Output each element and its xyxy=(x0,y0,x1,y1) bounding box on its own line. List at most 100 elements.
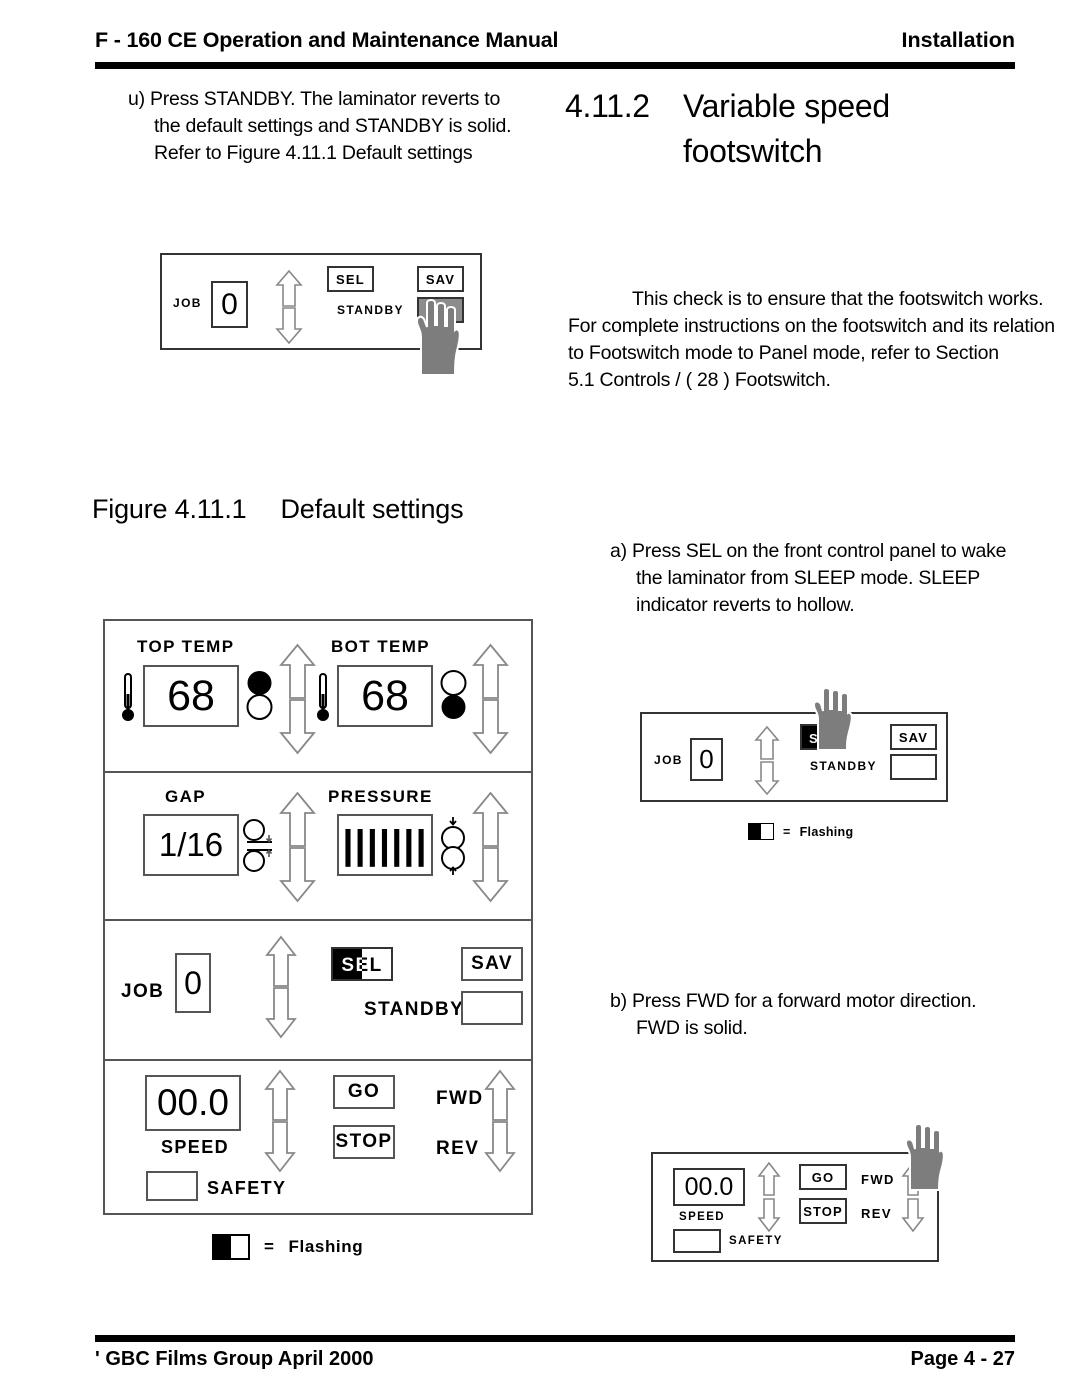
para-check-line-4: 5.1 Controls / ( 28 ) Footswitch. xyxy=(568,369,831,391)
top-temp-up-arrow-icon[interactable] xyxy=(279,643,316,699)
job-display: 0 xyxy=(690,738,723,781)
job-label: JOB xyxy=(121,981,165,1002)
sel-button[interactable]: SEL xyxy=(327,266,374,292)
stop-label: STOP xyxy=(803,1203,843,1219)
speed-label: SPEED xyxy=(679,1211,725,1223)
bot-heat-indicator-icon xyxy=(440,669,467,728)
speed-value: 00.0 xyxy=(684,1172,734,1201)
go-button[interactable]: GO xyxy=(799,1164,847,1190)
fwd-arrow-icon[interactable] xyxy=(484,1069,516,1121)
pressure-up-arrow-icon[interactable] xyxy=(472,791,509,847)
pressure-value: ||||||| xyxy=(342,822,428,867)
sav-button[interactable]: SAV xyxy=(461,947,523,981)
thermometer-icon-2 xyxy=(316,672,330,729)
roller-gap-icon xyxy=(243,817,275,880)
job-value: 0 xyxy=(184,964,202,1001)
step-a-line-1: a) Press SEL on the front control panel … xyxy=(610,540,1007,562)
sel-button[interactable]: SEL xyxy=(331,947,393,981)
top-temp-label: TOP TEMP xyxy=(137,637,235,656)
header-title-left: F - 160 CE Operation and Maintenance Man… xyxy=(95,28,559,52)
go-label: GO xyxy=(811,1169,835,1185)
fwd-label: FWD xyxy=(861,1172,895,1187)
speed-value: 00.0 xyxy=(156,1082,229,1123)
top-temp-down-arrow-icon[interactable] xyxy=(279,699,316,755)
sel-label: SEL xyxy=(336,271,365,287)
job-value: 0 xyxy=(699,744,714,774)
standby-label: STANDBY xyxy=(364,999,465,1020)
speed-up-arrow-icon[interactable] xyxy=(757,1162,781,1196)
speed-down-arrow-icon[interactable] xyxy=(264,1121,296,1173)
flashing-legend-equals: = xyxy=(264,1237,275,1256)
job-up-arrow-icon[interactable] xyxy=(265,935,297,987)
pressure-down-arrow-icon[interactable] xyxy=(472,847,509,903)
safety-label: SAFETY xyxy=(729,1235,783,1247)
job-down-arrow-icon[interactable] xyxy=(754,761,780,795)
gap-down-arrow-icon[interactable] xyxy=(279,847,316,903)
section-title: 4.11.2 Variable speed footswitch xyxy=(565,84,1035,174)
header-title-right: Installation xyxy=(901,28,1015,52)
footer-rule xyxy=(95,1335,1015,1342)
stop-button[interactable]: STOP xyxy=(333,1125,395,1159)
sav-button[interactable]: SAV xyxy=(417,266,464,292)
sav-button[interactable]: SAV xyxy=(890,724,937,750)
bot-temp-down-arrow-icon[interactable] xyxy=(472,699,509,755)
stop-button[interactable]: STOP xyxy=(799,1198,847,1224)
sav-label: SAV xyxy=(898,729,929,745)
gap-display: 1/16 xyxy=(143,814,239,876)
go-button[interactable]: GO xyxy=(333,1075,395,1109)
speed-down-arrow-icon[interactable] xyxy=(757,1198,781,1232)
top-temp-display: 68 xyxy=(143,665,239,727)
speed-up-arrow-icon[interactable] xyxy=(264,1069,296,1121)
rev-label: REV xyxy=(861,1206,892,1221)
thermometer-icon xyxy=(121,672,135,729)
job-up-arrow-icon[interactable] xyxy=(754,726,780,760)
step-b-line-2: FWD is solid. xyxy=(636,1017,748,1039)
up-arrow-icon[interactable] xyxy=(275,270,303,307)
bot-temp-up-arrow-icon[interactable] xyxy=(472,643,509,699)
footer-copyright: ' GBC Films Group April 2000 xyxy=(95,1348,374,1370)
down-arrow-icon[interactable] xyxy=(275,307,303,344)
stop-label: STOP xyxy=(335,1131,393,1152)
bot-temp-display: 68 xyxy=(337,665,433,727)
rev-label: REV xyxy=(436,1138,480,1159)
speed-display: 00.0 xyxy=(673,1168,745,1206)
standby-indicator[interactable] xyxy=(461,991,523,1025)
figure-caption-number: Figure 4.11.1 xyxy=(92,494,247,524)
sel-label: SEL xyxy=(341,955,383,976)
hand-pointer-icon xyxy=(405,297,465,377)
section-number: 4.11.2 xyxy=(565,88,650,124)
sav-label: SAV xyxy=(471,953,513,974)
section-title-line-2: footswitch xyxy=(683,133,823,169)
step-b-line-1: b) Press FWD for a forward motor directi… xyxy=(610,990,977,1012)
flashing-legend-text: Flashing xyxy=(799,824,854,839)
step-u-line-1: u) Press STANDBY. The laminator reverts … xyxy=(128,88,501,110)
gap-up-arrow-icon[interactable] xyxy=(279,791,316,847)
para-check-line-2: For complete instructions on the footswi… xyxy=(568,315,1055,337)
default-settings-panel: TOP TEMP 68 BOT TEMP 68 GAP 1/16 PRESSUR… xyxy=(103,619,533,1215)
rev-arrow-icon[interactable] xyxy=(901,1198,925,1232)
hand-pointer-icon xyxy=(804,686,856,752)
sav-label: SAV xyxy=(425,271,456,287)
step-a-line-3: indicator reverts to hollow. xyxy=(636,594,855,616)
rev-arrow-icon[interactable] xyxy=(484,1121,516,1173)
footswitch-check-paragraph: This check is to ensure that the footswi… xyxy=(568,286,1068,394)
fwd-label: FWD xyxy=(436,1088,484,1109)
speed-display: 00.0 xyxy=(145,1075,241,1131)
step-b-text: b) Press FWD for a forward motor directi… xyxy=(610,988,1050,1042)
step-u-line-3: Refer to Figure 4.11.1 Default settings xyxy=(154,142,473,164)
job-down-arrow-icon[interactable] xyxy=(265,987,297,1039)
step-a-text: a) Press SEL on the front control panel … xyxy=(610,538,1050,619)
section-title-line-1: Variable speed xyxy=(683,88,890,124)
safety-indicator[interactable] xyxy=(146,1171,198,1201)
para-check-line-3: to Footswitch mode to Panel mode, refer … xyxy=(568,342,999,364)
header-rule xyxy=(95,62,1015,69)
safety-indicator[interactable] xyxy=(673,1229,721,1253)
safety-label: SAFETY xyxy=(207,1178,287,1198)
go-label: GO xyxy=(347,1081,381,1102)
top-heat-indicator-icon xyxy=(246,669,273,728)
gap-value: 1/16 xyxy=(158,826,224,863)
standby-indicator[interactable] xyxy=(890,754,937,780)
flashing-legend-sel: = Flashing xyxy=(748,823,853,840)
temp-section: TOP TEMP 68 BOT TEMP 68 xyxy=(105,621,531,773)
manual-page: F - 160 CE Operation and Maintenance Man… xyxy=(0,0,1080,1397)
